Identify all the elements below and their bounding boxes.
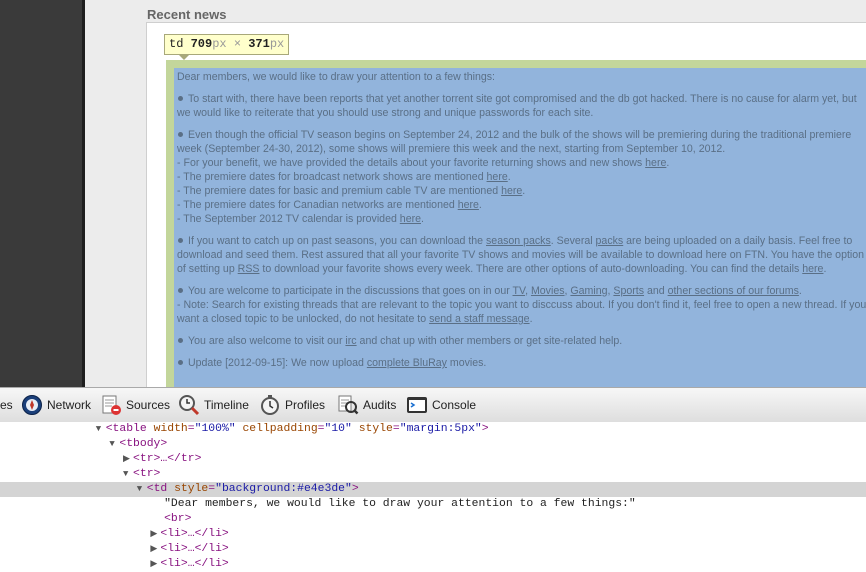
- bullet-icon: [178, 288, 183, 293]
- sports-link[interactable]: Sports: [613, 285, 644, 297]
- collapse-triangle-icon[interactable]: ▼: [123, 467, 133, 482]
- profiles-icon: [259, 394, 281, 416]
- tab-audits[interactable]: Audits: [337, 388, 396, 422]
- tv-link[interactable]: TV: [513, 285, 526, 297]
- section-title: Recent news: [147, 7, 227, 22]
- bullet-icon: [178, 132, 183, 137]
- news-line: - For your benefit, we have provided the…: [177, 157, 670, 169]
- tab-console[interactable]: Console: [406, 388, 476, 422]
- here-link[interactable]: here: [487, 171, 508, 183]
- season-packs-link[interactable]: season packs: [486, 235, 551, 247]
- news-item: You are welcome to participate in the di…: [177, 284, 866, 298]
- page-viewport: Recent news Dear members, we would like …: [0, 0, 866, 387]
- other-sections-link[interactable]: other sections of our forums: [668, 285, 799, 297]
- irc-link[interactable]: irc: [345, 335, 356, 347]
- news-content: Dear members, we would like to draw your…: [177, 70, 866, 370]
- staff-message-link[interactable]: send a staff message: [429, 313, 530, 325]
- tree-node-tr[interactable]: ▼ <tr>: [0, 467, 866, 482]
- expand-triangle-icon[interactable]: ▶: [150, 542, 160, 557]
- rss-link[interactable]: RSS: [238, 263, 260, 275]
- here-link[interactable]: here: [802, 263, 823, 275]
- news-item: To start with, there have been reports t…: [177, 93, 857, 119]
- news-item: Update [2012-09-15]: We now upload compl…: [177, 356, 866, 370]
- collapse-triangle-icon[interactable]: ▼: [109, 437, 119, 452]
- console-icon: [406, 394, 428, 416]
- tree-node-tbody[interactable]: ▼ <tbody>: [0, 437, 866, 452]
- tree-node-table[interactable]: ▼ <table width="100%" cellpadding="10" st…: [0, 422, 866, 437]
- bullet-icon: [178, 338, 183, 343]
- here-link[interactable]: here: [501, 185, 522, 197]
- expand-triangle-icon[interactable]: ▶: [123, 452, 133, 467]
- left-dark-sidebar: [0, 0, 82, 387]
- tree-node-li[interactable]: ▶ <li>…</li>: [0, 527, 866, 542]
- bullet-icon: [178, 238, 183, 243]
- news-line: - The premiere dates for Canadian networ…: [177, 199, 482, 211]
- devtools-toolbar: es Network Sources Timeline Profiles Aud…: [0, 387, 866, 423]
- news-line: - The premiere dates for broadcast netwo…: [177, 171, 511, 183]
- gaming-link[interactable]: Gaming: [570, 285, 607, 297]
- bluray-link[interactable]: complete BluRay: [367, 357, 447, 369]
- elements-tree: ▼ <table width="100%" cellpadding="10" st…: [0, 422, 866, 570]
- sources-icon: [100, 394, 122, 416]
- packs-link[interactable]: packs: [596, 235, 624, 247]
- collapse-triangle-icon[interactable]: ▼: [96, 422, 106, 437]
- audits-icon: [337, 394, 359, 416]
- tree-node-td-selected[interactable]: ▼ <td style="background:#e4e3de">: [0, 482, 866, 497]
- news-line: - The September 2012 TV calendar is prov…: [177, 213, 424, 225]
- bullet-icon: [178, 360, 183, 365]
- tab-timeline[interactable]: Timeline: [178, 388, 249, 422]
- news-item: If you want to catch up on past seasons,…: [177, 235, 865, 275]
- news-item: You are also welcome to visit our irc an…: [177, 334, 866, 348]
- here-link[interactable]: here: [458, 199, 479, 211]
- expand-triangle-icon[interactable]: ▶: [150, 527, 160, 542]
- bullet-icon: [178, 96, 183, 101]
- news-line: - Note: Search for existing threads that…: [177, 299, 866, 325]
- news-item: Even though the official TV season begin…: [177, 129, 852, 155]
- inspect-size-tooltip: td 709px × 371px: [164, 34, 290, 55]
- tab-profiles[interactable]: Profiles: [259, 388, 325, 422]
- inspect-highlight-content: Dear members, we would like to draw your…: [174, 68, 866, 387]
- tooltip-arrow: [178, 54, 190, 60]
- network-icon: [21, 394, 43, 416]
- timeline-icon: [178, 394, 200, 416]
- movies-link[interactable]: Movies: [531, 285, 565, 297]
- news-line: - The premiere dates for basic and premi…: [177, 185, 526, 197]
- tab-sources[interactable]: Sources: [100, 388, 170, 422]
- collapse-triangle-icon[interactable]: ▼: [137, 482, 147, 497]
- tab-elements[interactable]: es: [0, 388, 13, 422]
- tab-network[interactable]: Network: [21, 388, 91, 422]
- tree-node-li[interactable]: ▶ <li>…</li>: [0, 542, 866, 557]
- tree-node-tr[interactable]: ▶ <tr>…</tr>: [0, 452, 866, 467]
- here-link[interactable]: here: [400, 213, 421, 225]
- news-intro: Dear members, we would like to draw your…: [177, 71, 495, 83]
- tree-node-br[interactable]: <br>: [0, 512, 866, 527]
- tree-node-text[interactable]: "Dear members, we would like to draw you…: [0, 497, 866, 512]
- here-link[interactable]: here: [645, 157, 666, 169]
